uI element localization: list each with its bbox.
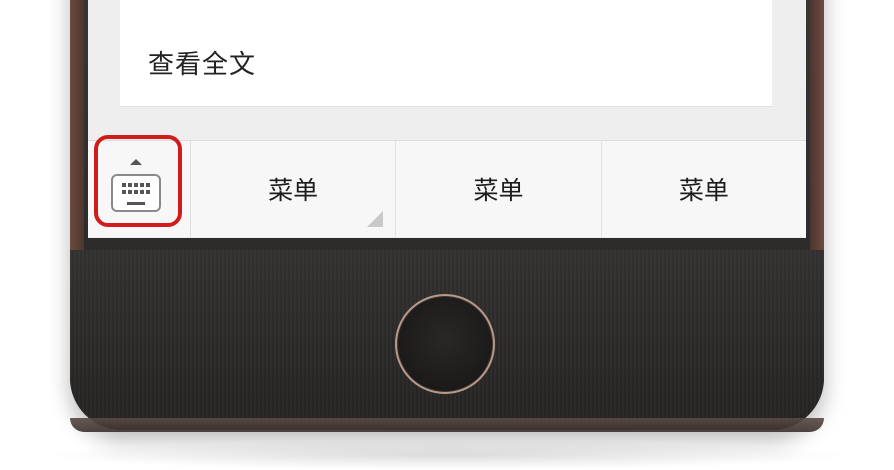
menu-item-1[interactable]: 菜单 bbox=[191, 141, 397, 237]
phone-bottom-rim bbox=[70, 418, 824, 432]
menu-item-2[interactable]: 菜单 bbox=[396, 141, 602, 237]
message-card: 查看全文 bbox=[120, 0, 772, 107]
phone-screen: 查看全文 菜单 菜单 菜单 bbox=[88, 0, 806, 238]
menu-item-label: 菜单 bbox=[473, 176, 524, 205]
device-shadow bbox=[40, 440, 854, 470]
read-more-link[interactable]: 查看全文 bbox=[148, 44, 256, 81]
keyboard-icon bbox=[111, 174, 161, 212]
home-button-icon[interactable] bbox=[395, 294, 495, 394]
custom-menu-bar: 菜单 菜单 菜单 bbox=[88, 135, 806, 237]
arrow-up-icon bbox=[130, 159, 142, 165]
keyboard-toggle-button[interactable] bbox=[88, 135, 191, 237]
menu-item-label: 菜单 bbox=[678, 176, 729, 205]
submenu-indicator-icon bbox=[367, 211, 384, 227]
phone-frame-left bbox=[70, 0, 84, 250]
menu-item-3[interactable]: 菜单 bbox=[602, 141, 806, 237]
phone-frame-right bbox=[810, 0, 824, 250]
menu-item-label: 菜单 bbox=[268, 176, 319, 205]
